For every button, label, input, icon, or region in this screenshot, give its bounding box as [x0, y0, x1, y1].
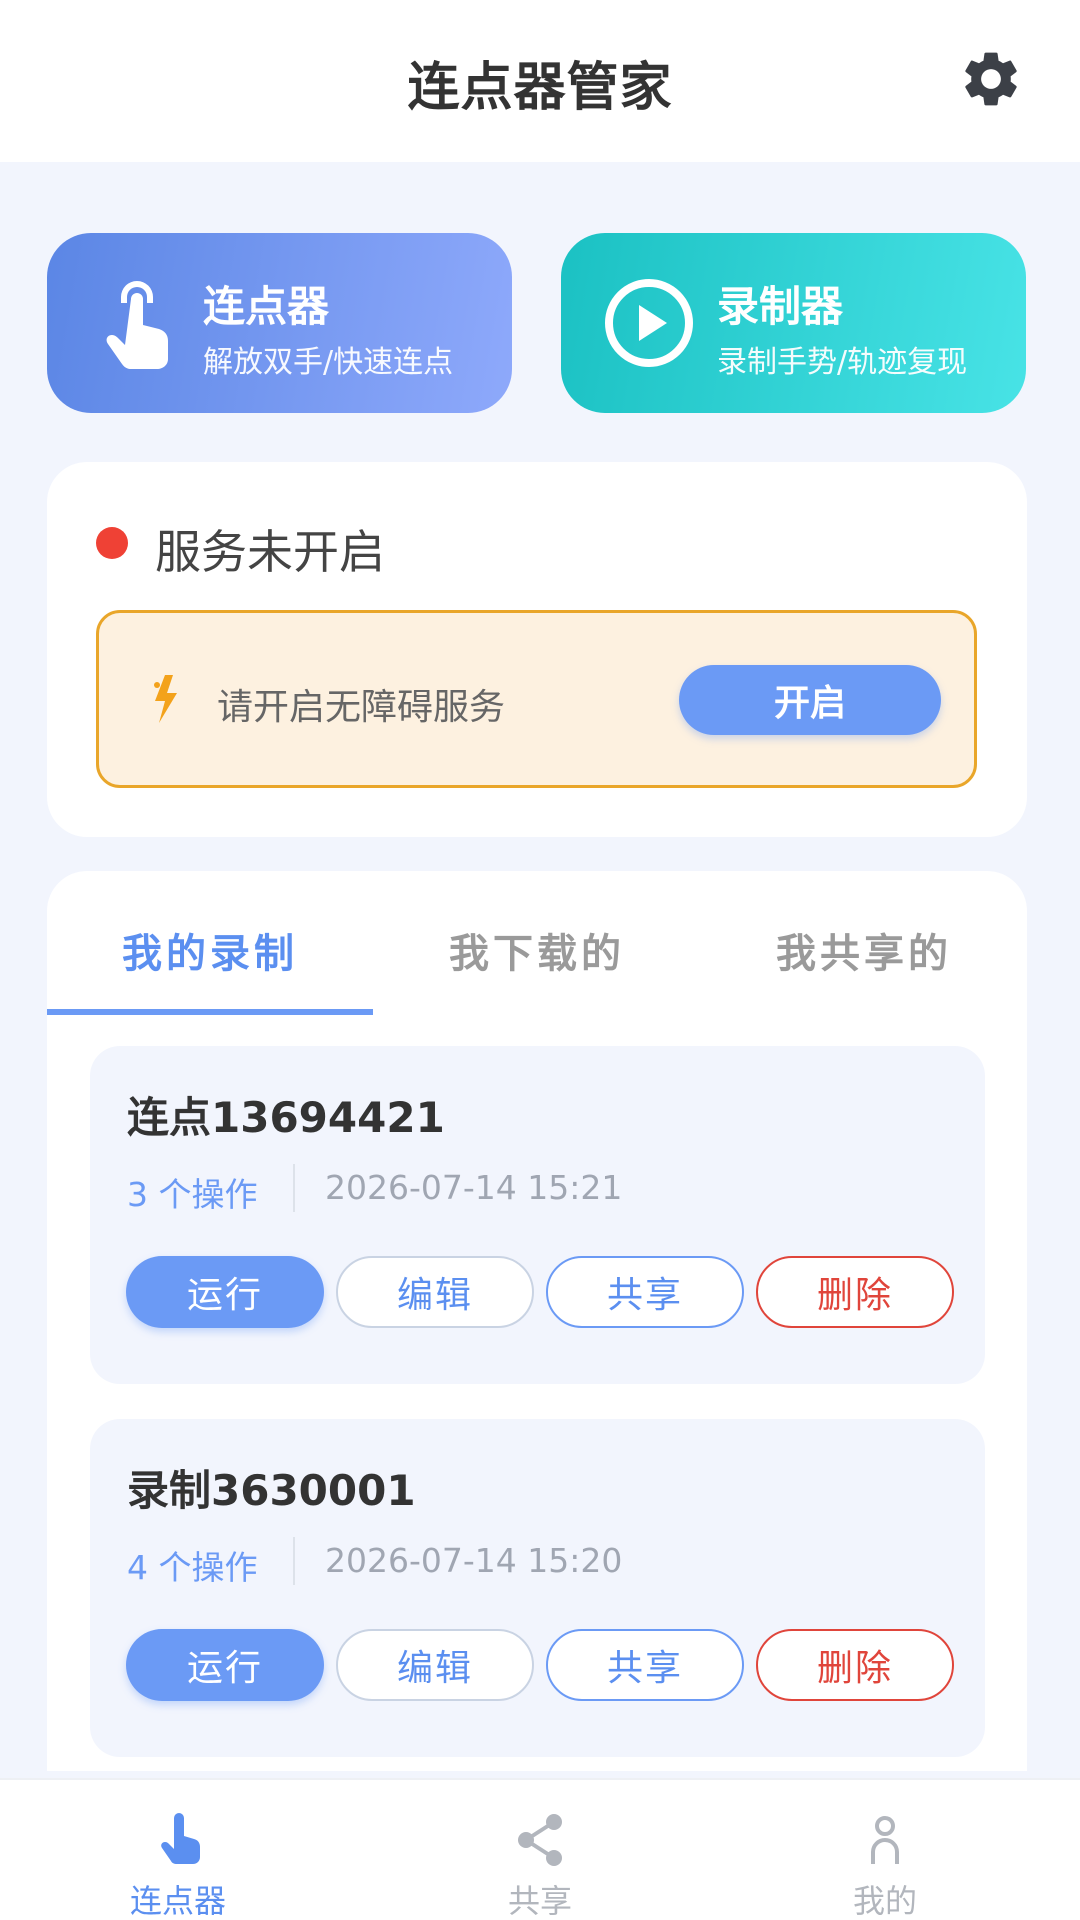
- share-button[interactable]: 共享: [546, 1256, 744, 1328]
- active-tab-indicator: [47, 1009, 373, 1015]
- run-button[interactable]: 运行: [126, 1256, 324, 1328]
- nav-label: 我的: [852, 1882, 917, 1920]
- status-indicator-dot: [96, 527, 128, 559]
- recording-op-count: 3 个操作: [127, 1175, 258, 1214]
- alert-message: 请开启无障碍服务: [217, 687, 506, 728]
- recorder-subtitle: 录制手势/轨迹复现: [717, 345, 968, 380]
- recording-timestamp: 2026-07-14 15:20: [325, 1541, 623, 1580]
- edit-button[interactable]: 编辑: [336, 1629, 534, 1701]
- tap-hand-icon: [161, 1813, 200, 1864]
- service-status-text: 服务未开启: [155, 525, 385, 579]
- nav-item-profile[interactable]: 我的: [785, 1780, 985, 1920]
- meta-divider: [293, 1537, 295, 1585]
- recordings-panel: 我的录制 我下载的 我共享的 连点13694421 3 个操作 2026-07-…: [47, 871, 1027, 1771]
- delete-button[interactable]: 删除: [756, 1629, 954, 1701]
- clicker-title: 连点器: [203, 282, 330, 331]
- nav-item-share[interactable]: 共享: [440, 1780, 640, 1920]
- enable-service-button[interactable]: 开启: [679, 665, 941, 735]
- tap-hand-icon: [106, 281, 168, 369]
- bottom-navigation: 连点器 共享 我的: [0, 1778, 1080, 1920]
- recorder-feature-card[interactable]: 录制器 录制手势/轨迹复现: [561, 233, 1026, 413]
- recording-timestamp: 2026-07-14 15:21: [325, 1168, 623, 1207]
- share-button[interactable]: 共享: [546, 1629, 744, 1701]
- recording-title: 录制3630001: [127, 1466, 416, 1515]
- settings-button[interactable]: [958, 46, 1024, 112]
- app-header: 连点器管家: [0, 0, 1080, 162]
- warning-bolt-icon: [154, 675, 177, 723]
- nav-label: 共享: [507, 1882, 572, 1920]
- nav-item-clicker[interactable]: 连点器: [78, 1780, 278, 1920]
- meta-divider: [293, 1164, 295, 1212]
- gear-icon: [965, 52, 1017, 106]
- tab-downloaded[interactable]: 我下载的: [374, 921, 700, 979]
- person-icon: [871, 1816, 899, 1864]
- accessibility-alert: 请开启无障碍服务 开启: [96, 610, 977, 788]
- service-status-card: 服务未开启 请开启无障碍服务 开启: [47, 462, 1027, 837]
- page-title: 连点器管家: [407, 58, 673, 118]
- edit-button[interactable]: 编辑: [336, 1256, 534, 1328]
- run-button[interactable]: 运行: [126, 1629, 324, 1701]
- nav-label: 连点器: [129, 1882, 226, 1920]
- recording-item[interactable]: 连点13694421 3 个操作 2026-07-14 15:21 运行 编辑 …: [90, 1046, 985, 1384]
- recording-op-count: 4 个操作: [127, 1548, 258, 1587]
- tab-my-recordings[interactable]: 我的录制: [47, 921, 373, 979]
- recording-item[interactable]: 录制3630001 4 个操作 2026-07-14 15:20 运行 编辑 共…: [90, 1419, 985, 1757]
- share-icon: [518, 1814, 562, 1866]
- clicker-subtitle: 解放双手/快速连点: [203, 345, 454, 380]
- play-circle-icon: [605, 279, 693, 367]
- tab-shared[interactable]: 我共享的: [701, 921, 1027, 979]
- recording-title: 连点13694421: [127, 1093, 445, 1142]
- clicker-feature-card[interactable]: 连点器 解放双手/快速连点: [47, 233, 512, 413]
- delete-button[interactable]: 删除: [756, 1256, 954, 1328]
- recorder-title: 录制器: [717, 282, 844, 331]
